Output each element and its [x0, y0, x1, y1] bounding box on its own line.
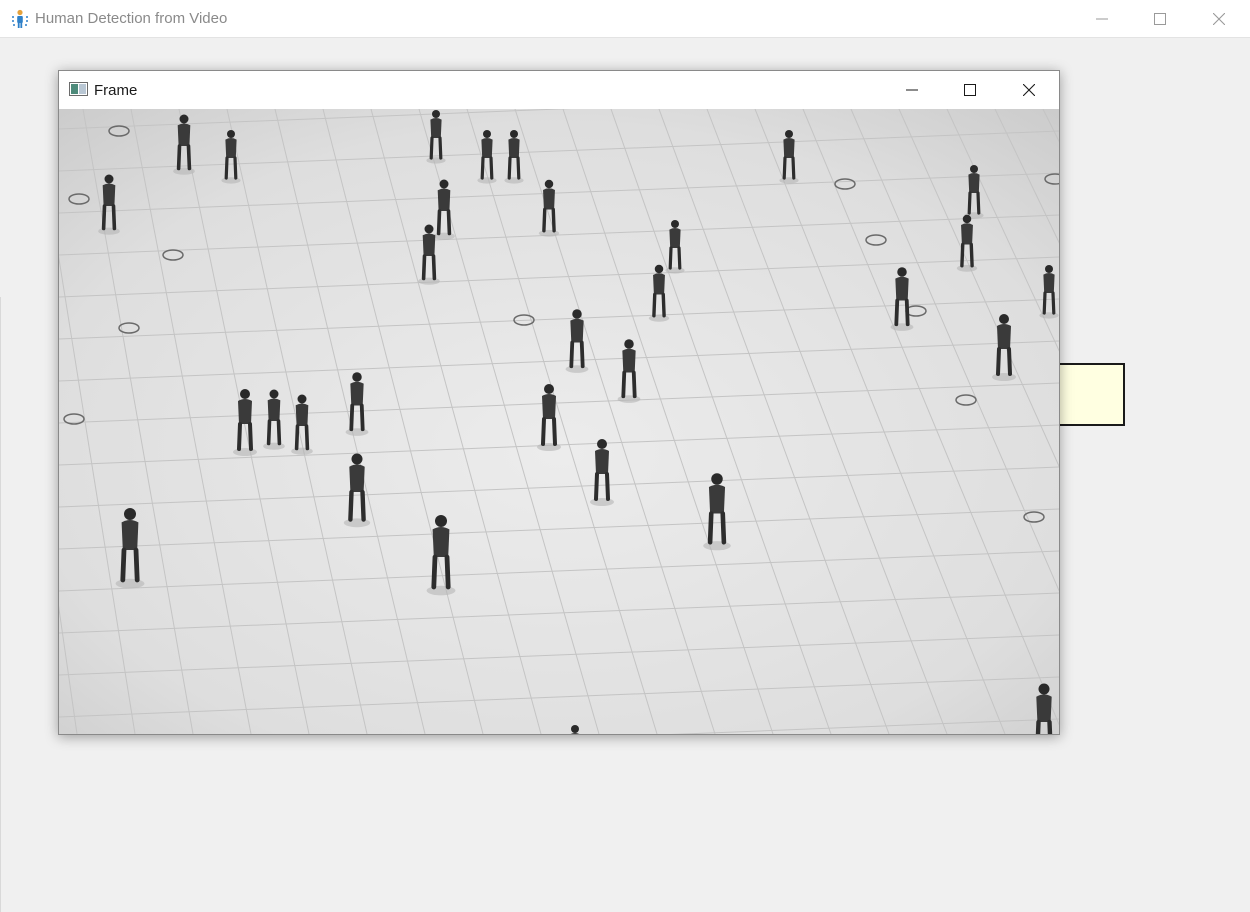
minimize-icon: [906, 89, 918, 91]
app-titlebar: Human Detection from Video: [0, 0, 1250, 38]
person-icon: [12, 9, 28, 28]
close-icon: [1213, 13, 1225, 25]
frame-titlebar[interactable]: Frame: [59, 71, 1059, 109]
window-image-icon: [69, 82, 88, 96]
maximize-icon: [1154, 13, 1166, 25]
close-icon: [1023, 84, 1035, 96]
frame-title: Frame: [94, 82, 138, 99]
app-maximize-button[interactable]: [1131, 0, 1189, 38]
frame-close-button[interactable]: [1000, 71, 1058, 109]
video-frame-image: [59, 109, 1059, 734]
app-title: Human Detection from Video: [35, 10, 228, 27]
frame-minimize-button[interactable]: [883, 71, 941, 109]
video-frame: [59, 109, 1059, 734]
app-minimize-button[interactable]: [1073, 0, 1131, 38]
divider: [0, 297, 1, 912]
app-close-button[interactable]: [1190, 0, 1248, 38]
frame-maximize-button[interactable]: [941, 71, 999, 109]
frame-window[interactable]: Frame: [58, 70, 1060, 735]
maximize-icon: [964, 84, 976, 96]
minimize-icon: [1096, 18, 1108, 20]
